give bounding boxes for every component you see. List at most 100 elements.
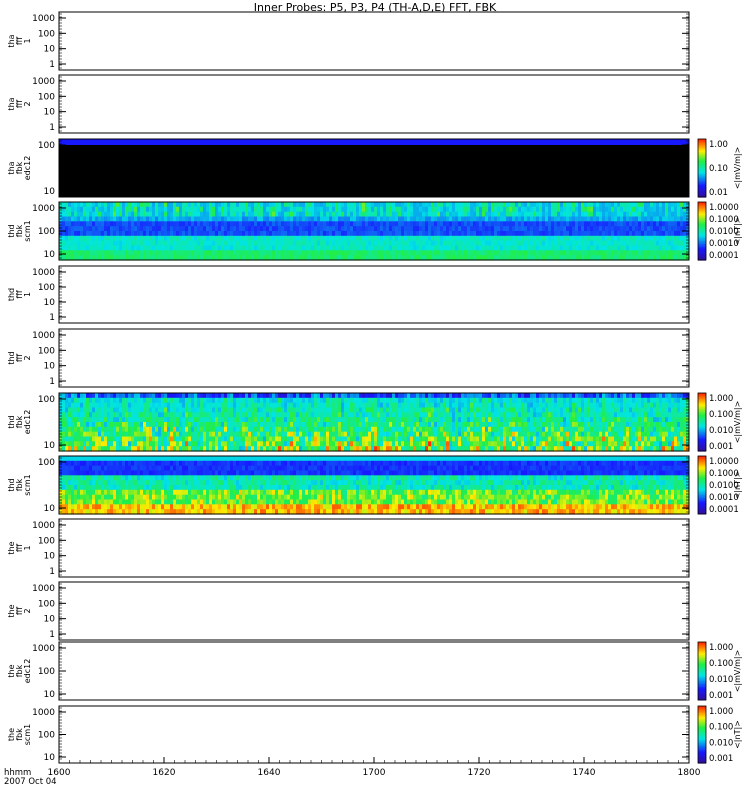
y-tick-label: 10 [44, 690, 56, 700]
y-tick-label: 100 [38, 29, 55, 39]
y-tick-label: 100 [38, 667, 55, 677]
y-tick-label: 1 [49, 123, 55, 133]
x-tick-label: 1800 [678, 768, 701, 778]
date-label: 2007 Oct 04 [4, 777, 57, 787]
panel-thd-fbk-scm1: 10010thd fbk scm11.00000.10000.01000.00100… [7, 455, 742, 515]
panels-svg: 1000100101tha fff 11000100101tha fff 210010t… [7, 11, 742, 778]
panel-frame [58, 11, 690, 71]
y-axis-label: edc12 [23, 410, 32, 435]
colorbar-tick-label: 0.100 [709, 659, 733, 669]
y-tick-label: 100 [38, 731, 55, 741]
y-tick-label: 100 [38, 141, 55, 151]
panel-frame [58, 74, 690, 134]
y-tick-label: 10 [44, 45, 56, 55]
y-tick-label: 10 [44, 108, 56, 118]
y-tick-label: 10 [44, 250, 56, 260]
colorbar: 1.00000.10000.01000.00100.0001<|nT|> [697, 201, 742, 261]
colorbar-unit-label: <|mV/m|> [733, 401, 742, 444]
panel-frame [58, 328, 690, 388]
panel-frame [58, 641, 690, 701]
y-tick-label: 100 [38, 599, 55, 609]
tplot-figure: Inner Probes: P5, P3, P4 (TH-A,D,E) FFT,… [0, 0, 750, 800]
y-tick-label: 10 [44, 504, 56, 514]
y-tick-label: 100 [38, 346, 55, 356]
y-tick-label: 1000 [32, 644, 55, 654]
y-tick-label: 100 [38, 395, 55, 405]
y-tick-label: 1 [49, 630, 55, 640]
y-axis-label: scm1 [23, 474, 32, 495]
y-tick-label: 10 [44, 615, 56, 625]
panel-the-fbk-edc12: 100010010the fbk edc121.0000.1000.0100.001… [7, 641, 742, 701]
y-tick-label: 1000 [32, 584, 55, 594]
y-axis-label: edc12 [23, 659, 32, 684]
colorbar-tick-label: 0.10 [709, 164, 728, 174]
colorbar-tick-label: 1.000 [709, 707, 733, 717]
x-tick-label: 1640 [258, 768, 281, 778]
colorbar-tick-label: 0.01 [709, 188, 728, 198]
y-tick-label: 10 [44, 441, 56, 451]
y-tick-label: 10 [44, 552, 56, 562]
y-tick-label: 1 [49, 313, 55, 323]
colorbar-unit-label: <|mV/m|> [733, 147, 742, 190]
panel-frame [58, 518, 690, 578]
panel-thd-fbk-edc12: 10010thd fbk edc121.0000.1000.0100.001<|mV… [7, 392, 742, 452]
x-tick-label: 1740 [573, 768, 596, 778]
y-tick-label: 100 [38, 227, 55, 237]
colorbar-tick-label: 0.100 [709, 723, 733, 733]
spectrogram-cells [59, 456, 689, 515]
y-tick-label: 1 [49, 377, 55, 387]
colorbar: 1.000 0.100 0.010 0.001<|nT|> [697, 705, 742, 764]
y-tick-label: 1000 [32, 14, 55, 24]
spectrogram-top-band [59, 139, 689, 145]
y-axis-label: 1 [23, 545, 32, 550]
panel-the-fff-1: 1000100101the fff 1 [7, 518, 690, 578]
colorbar-unit-label: <|nT|> [733, 720, 742, 749]
spectrogram-cells [59, 393, 689, 452]
y-tick-label: 10 [44, 187, 56, 197]
panel-tha-fbk-edc12: 10010tha fbk edc121.000.100.01<|mV/m|> [7, 138, 742, 198]
colorbar-tick-label: 0.0001 [709, 251, 739, 261]
y-tick-label: 1000 [32, 708, 55, 718]
y-tick-label: 10 [44, 362, 56, 372]
colorbar-tick-label: 0.0001 [709, 505, 739, 515]
colorbar: 1.00000.10000.01000.00100.0001<|nT|> [697, 455, 742, 515]
y-tick-label: 1000 [32, 77, 55, 87]
y-tick-label: 1000 [32, 331, 55, 341]
y-axis-label: edc12 [23, 156, 32, 181]
colorbar: 1.00 0.10 0.01 <|mV/m|> [697, 138, 742, 198]
colorbar-tick-label: 0.001 [709, 754, 733, 764]
colorbar-tick-label: 1.00 [709, 140, 728, 150]
colorbar-tick-label: 1.0000 [709, 457, 739, 467]
y-tick-label: 100 [38, 283, 55, 293]
spectrogram-fill [59, 139, 689, 197]
colorbar-tick-label: 0.010 [709, 738, 733, 748]
y-tick-label: 10 [44, 298, 56, 308]
colorbar-tick-label: 0.001 [709, 691, 733, 701]
x-tick-label: 1700 [363, 768, 386, 778]
y-axis-label: 1 [23, 38, 32, 43]
colorbar-tick-label: 0.100 [709, 410, 733, 420]
colorbar-tick-label: 1.000 [709, 643, 733, 653]
colorbar-tick-label: 0.001 [709, 442, 733, 452]
panel-thd-fbk-scm1: 100010010thd fbk scm11.00000.10000.01000.0… [7, 201, 742, 261]
x-tick-label: 1620 [153, 768, 176, 778]
panel-frame [58, 581, 690, 641]
y-tick-label: 100 [38, 92, 55, 102]
panel-frame [58, 265, 690, 324]
y-tick-label: 100 [38, 536, 55, 546]
panel-the-fbk-scm1: 100010010the fbk scm11.0000.1000.0100.001<… [7, 705, 742, 764]
y-axis-label: scm1 [23, 220, 32, 241]
colorbar-tick-label: 1.0000 [709, 203, 739, 213]
y-tick-label: 1000 [32, 521, 55, 531]
y-tick-label: 100 [38, 458, 55, 468]
colorbar-tick-label: 0.010 [709, 675, 733, 685]
y-axis-label: 2 [23, 101, 32, 106]
colorbar-tick-label: 0.010 [709, 426, 733, 436]
colorbar-unit-label: <|nT|> [733, 471, 742, 500]
colorbar: 1.000 0.100 0.010 0.001<|mV/m|> [697, 641, 742, 701]
y-tick-label: 1 [49, 60, 55, 70]
y-tick-label: 1000 [32, 204, 55, 214]
y-axis-label: 1 [23, 292, 32, 297]
colorbar: 1.000 0.100 0.010 0.001<|mV/m|> [697, 392, 742, 452]
panel-thd-fff-1: 1000100101thd fff 1 [7, 265, 690, 324]
